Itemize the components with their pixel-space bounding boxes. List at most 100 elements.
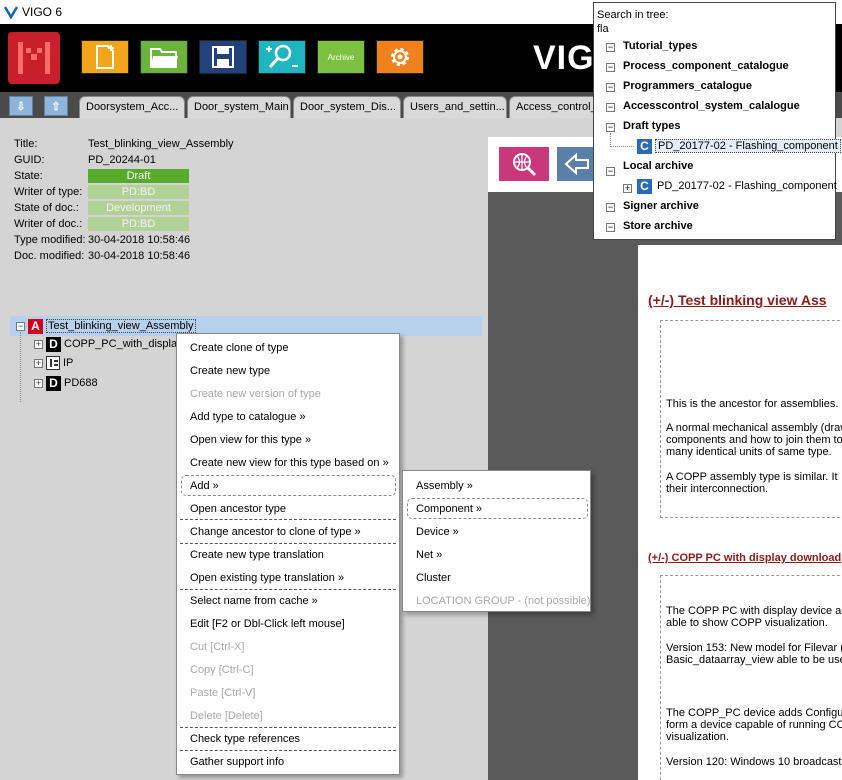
tree-item-pd688[interactable]: + D PD688 — [34, 374, 98, 392]
tab-doorsystem-acc[interactable]: Doorsystem_Acc... — [79, 96, 185, 118]
globe-search-button[interactable] — [499, 147, 549, 181]
gear-icon — [391, 48, 409, 66]
menu-separator — [180, 519, 396, 520]
tree-item-label: IP — [63, 357, 74, 369]
tree-item-copp-pc[interactable]: + D COPP_PC_with_display — [34, 335, 183, 353]
archive-label: Archive — [327, 52, 355, 62]
state-label: State: — [14, 170, 43, 182]
collapse-icon[interactable]: − — [606, 223, 615, 232]
collapse-icon[interactable]: − — [606, 123, 615, 132]
search-group-accesscontrol[interactable]: Accesscontrol_system_calalogue — [623, 100, 800, 112]
guid-value: PD_20244-01 — [88, 154, 156, 166]
collapse-icon[interactable]: − — [606, 43, 615, 52]
collapse-icon[interactable]: − — [606, 167, 615, 176]
menu-separator — [180, 589, 396, 590]
search-result-draft-flashing[interactable]: PD_20177-02 - Flashing_component — [655, 139, 841, 153]
arrow-left-icon — [564, 153, 589, 175]
menu-item-gather-support[interactable]: Gather support info — [190, 756, 284, 768]
app-logo-icon — [4, 6, 18, 19]
submenu-item-assembly[interactable]: Assembly » — [416, 480, 473, 492]
tree-line — [610, 133, 634, 147]
net-type-icon — [46, 356, 60, 370]
globe-search-icon — [513, 153, 537, 177]
menu-separator — [180, 543, 396, 544]
menu-item-create-new-type[interactable]: Create new type — [190, 365, 270, 377]
menu-item-edit[interactable]: Edit [F2 or Dbl-Click left mouse] — [190, 618, 345, 630]
submenu-item-component[interactable]: Component » — [416, 503, 482, 515]
menu-item-create-translation[interactable]: Create new type translation — [190, 549, 324, 561]
menu-item-create-new-view[interactable]: Create new view for this type based on » — [190, 457, 389, 469]
arrow-up-icon: ⇧ — [51, 100, 61, 113]
expand-icon[interactable]: + — [34, 339, 43, 349]
doc-heading-2: (+/-) COPP PC with display download — [648, 552, 842, 564]
doc-modified-value: 30-04-2018 10:58:46 — [88, 250, 191, 262]
doc-paragraph: their interconnection. — [666, 483, 769, 495]
move-up-button[interactable]: ⇧ — [44, 96, 68, 116]
doc-paragraph: Version 153: New model for Filevar ( — [666, 642, 842, 654]
move-down-button[interactable]: ⇩ — [9, 96, 33, 116]
component-type-icon: C — [637, 139, 652, 154]
writer-doc-badge: PD:BD — [88, 217, 189, 231]
open-folder-button[interactable] — [140, 40, 188, 74]
add-submenu: Assembly » Component » Device » Net » Cl… — [402, 470, 591, 612]
menu-item-open-translation[interactable]: Open existing type translation » — [190, 572, 344, 584]
tree-root[interactable]: − A Test_blinking_view_Assembly — [16, 317, 196, 335]
tab-access-control[interactable]: Access_control_ — [509, 96, 599, 118]
menu-item-create-clone[interactable]: Create clone of type — [190, 342, 288, 354]
search-result-archive-flashing[interactable]: PD_20177-02 - Flashing_component — [657, 180, 837, 192]
search-query[interactable]: fla — [597, 23, 609, 35]
tree-item-ip[interactable]: + IP — [34, 354, 73, 372]
search-group-local-archive[interactable]: Local archive — [623, 160, 693, 172]
doc-paragraph: The COPP_PC device adds Configu — [666, 707, 842, 719]
collapse-icon[interactable]: − — [606, 63, 615, 72]
submenu-item-device[interactable]: Device » — [416, 526, 459, 538]
tab-door-system-main[interactable]: Door_system_Main — [187, 96, 291, 118]
expand-icon[interactable]: + — [34, 358, 43, 368]
expand-icon[interactable]: + — [34, 378, 43, 388]
collapse-icon[interactable]: − — [606, 83, 615, 92]
state-doc-badge: Development — [88, 201, 189, 215]
doc-paragraph: This is the ancestor for assemblies. — [666, 398, 839, 410]
expand-icon[interactable]: + — [623, 184, 632, 193]
submenu-item-cluster[interactable]: Cluster — [416, 572, 451, 584]
arrow-down-icon: ⇩ — [16, 100, 26, 113]
search-group-process-component[interactable]: Process_component_catalogue — [623, 60, 789, 72]
search-group-signer-archive[interactable]: Signer archive — [623, 200, 699, 212]
collapse-icon[interactable]: − — [606, 103, 615, 112]
tab-users-and-settings[interactable]: Users_and_settin... — [403, 96, 507, 118]
doc-heading-1: (+/-) Test blinking view Ass — [648, 292, 827, 308]
settings-button[interactable] — [376, 40, 424, 74]
menu-item-add[interactable]: Add » — [190, 480, 219, 492]
tree-root-label: Test_blinking_view_Assembly — [46, 319, 196, 333]
writer-type-label: Writer of type: — [14, 186, 83, 198]
menu-item-open-view[interactable]: Open view for this type » — [190, 434, 311, 446]
title-value: Test_blinking_view_Assembly — [88, 138, 234, 150]
menu-item-change-ancestor[interactable]: Change ancestor to clone of type » — [190, 526, 361, 538]
submenu-item-net[interactable]: Net » — [416, 549, 442, 561]
search-group-programmers[interactable]: Programmers_catalogue — [623, 80, 752, 92]
search-zoom-button[interactable] — [258, 40, 306, 74]
archive-button[interactable]: Archive — [317, 40, 365, 74]
menu-item-select-name[interactable]: Select name from cache » — [190, 595, 318, 607]
app-menu-icon[interactable] — [8, 32, 60, 84]
collapse-icon[interactable]: − — [16, 321, 25, 331]
menu-item-check-references[interactable]: Check type references — [190, 733, 300, 745]
collapse-icon[interactable]: − — [606, 203, 615, 212]
menu-item-open-ancestor[interactable]: Open ancestor type — [190, 503, 286, 515]
writer-doc-label: Writer of doc.: — [14, 218, 83, 230]
doc-paragraph: components and how to join them to — [666, 434, 842, 446]
doc-paragraph: A normal mechanical assembly (draw — [666, 422, 842, 434]
back-button[interactable] — [557, 147, 597, 181]
new-document-button[interactable] — [81, 40, 129, 74]
search-group-tutorial-types[interactable]: Tutorial_types — [623, 40, 697, 52]
search-group-draft-types[interactable]: Draft types — [623, 120, 680, 132]
save-button[interactable] — [199, 40, 247, 74]
doc-paragraph: many identical units of same type. — [666, 446, 832, 458]
search-group-store-archive[interactable]: Store archive — [623, 220, 693, 232]
component-type-icon: C — [637, 179, 652, 194]
state-badge: Draft — [88, 169, 189, 183]
tree-item-label: PD688 — [64, 377, 98, 389]
tab-door-system-dis[interactable]: Door_system_Dis... — [293, 96, 401, 118]
menu-item-add-to-catalogue[interactable]: Add type to catalogue » — [190, 411, 306, 423]
brand-text: VIG — [533, 39, 595, 77]
